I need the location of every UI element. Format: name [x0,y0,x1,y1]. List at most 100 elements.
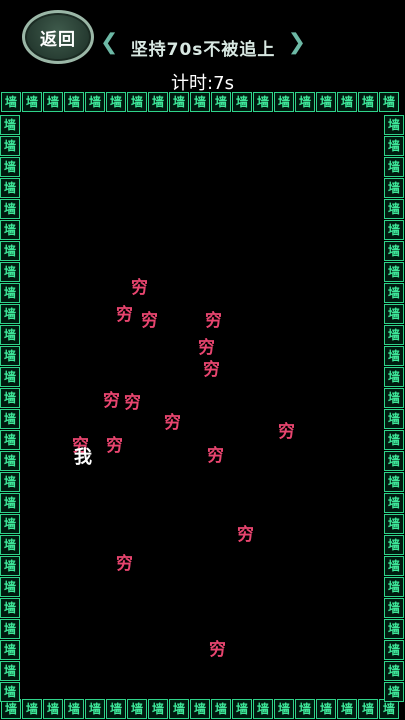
wall-brick: 墙 [384,598,404,618]
wall-right: 墙墙墙墙墙墙墙墙墙墙墙墙墙墙墙墙墙墙墙墙墙墙墙墙墙墙墙墙 [384,114,405,702]
wall-brick: 墙 [0,556,20,576]
level-title-banner: ❮ 坚持70s不被追上 ❯ [100,30,306,64]
wall-brick: 墙 [64,699,84,719]
wall-brick: 墙 [190,92,210,112]
wall-brick: 墙 [358,92,378,112]
wall-brick: 墙 [148,699,168,719]
wall-brick: 墙 [0,472,20,492]
enemy-qiong: 穷 [116,554,133,574]
wall-brick: 墙 [0,367,20,387]
wall-brick: 墙 [1,92,21,112]
enemy-qiong: 穷 [141,311,158,331]
wall-brick: 墙 [127,92,147,112]
wall-brick: 墙 [211,92,231,112]
wall-brick: 墙 [0,535,20,555]
wall-brick: 墙 [384,136,404,156]
wall-brick: 墙 [0,388,20,408]
wall-brick: 墙 [0,262,20,282]
wall-brick: 墙 [384,178,404,198]
wall-brick: 墙 [0,682,20,702]
wall-brick: 墙 [295,92,315,112]
wall-brick: 墙 [0,619,20,639]
enemy-qiong: 穷 [205,311,222,331]
wall-brick: 墙 [384,493,404,513]
wall-brick: 墙 [232,699,252,719]
wall-brick: 墙 [0,304,20,324]
enemy-qiong: 穷 [203,360,220,380]
wall-brick: 墙 [384,325,404,345]
wall-brick: 墙 [337,92,357,112]
wall-brick: 墙 [384,199,404,219]
wall-brick: 墙 [384,346,404,366]
wall-left: 墙墙墙墙墙墙墙墙墙墙墙墙墙墙墙墙墙墙墙墙墙墙墙墙墙墙墙墙 [0,114,21,702]
wall-brick: 墙 [0,136,20,156]
wall-brick: 墙 [384,451,404,471]
enemy-qiong: 穷 [116,305,133,325]
wall-brick: 墙 [358,699,378,719]
wall-brick: 墙 [384,388,404,408]
wall-brick: 墙 [22,92,42,112]
wall-brick: 墙 [384,409,404,429]
wall-brick: 墙 [0,409,20,429]
wall-brick: 墙 [384,220,404,240]
wall-brick: 墙 [337,699,357,719]
level-title: 坚持70s不被追上 [130,39,276,60]
player-wo[interactable]: 我 [74,443,92,469]
chevron-right-icon: ❯ [287,30,306,55]
wall-brick: 墙 [384,577,404,597]
wall-brick: 墙 [0,514,20,534]
wall-brick: 墙 [384,262,404,282]
wall-brick: 墙 [85,699,105,719]
wall-brick: 墙 [211,699,231,719]
wall-brick: 墙 [379,92,399,112]
chevron-left-icon: ❮ [100,30,119,55]
wall-brick: 墙 [384,661,404,681]
wall-brick: 墙 [0,493,20,513]
wall-brick: 墙 [384,115,404,135]
wall-brick: 墙 [253,699,273,719]
wall-brick: 墙 [232,92,252,112]
wall-brick: 墙 [384,241,404,261]
wall-brick: 墙 [384,157,404,177]
back-button-label: 返回 [40,29,76,50]
wall-brick: 墙 [384,535,404,555]
wall-brick: 墙 [295,699,315,719]
wall-brick: 墙 [0,661,20,681]
wall-brick: 墙 [85,92,105,112]
wall-brick: 墙 [384,514,404,534]
wall-brick: 墙 [379,699,399,719]
game-arena[interactable]: 穷 穷 穷 穷 穷 穷 穷 穷 穷 穷 穷 穷 穷 穷 穷 穷 我 [22,115,383,700]
wall-brick: 墙 [384,304,404,324]
wall-brick: 墙 [106,699,126,719]
wall-brick: 墙 [0,283,20,303]
wall-brick: 墙 [0,346,20,366]
wall-brick: 墙 [22,699,42,719]
wall-brick: 墙 [384,430,404,450]
wall-brick: 墙 [0,598,20,618]
wall-brick: 墙 [148,92,168,112]
wall-top: 墙墙墙墙墙墙墙墙墙墙墙墙墙墙墙墙墙墙墙 [0,92,405,113]
wall-brick: 墙 [384,367,404,387]
wall-brick: 墙 [0,220,20,240]
back-button[interactable]: 返回 [22,10,94,64]
enemy-qiong: 穷 [131,278,148,298]
wall-brick: 墙 [384,556,404,576]
wall-brick: 墙 [64,92,84,112]
wall-brick: 墙 [384,619,404,639]
wall-brick: 墙 [0,640,20,660]
wall-brick: 墙 [384,283,404,303]
wall-brick: 墙 [0,199,20,219]
wall-brick: 墙 [384,682,404,702]
wall-brick: 墙 [0,157,20,177]
wall-brick: 墙 [127,699,147,719]
enemy-qiong: 穷 [237,525,254,545]
wall-brick: 墙 [0,241,20,261]
enemy-qiong: 穷 [278,422,295,442]
wall-brick: 墙 [274,92,294,112]
wall-brick: 墙 [1,699,21,719]
wall-bottom: 墙墙墙墙墙墙墙墙墙墙墙墙墙墙墙墙墙墙墙 [0,699,405,720]
wall-brick: 墙 [0,325,20,345]
wall-brick: 墙 [0,178,20,198]
wall-brick: 墙 [316,92,336,112]
enemy-qiong: 穷 [207,446,224,466]
